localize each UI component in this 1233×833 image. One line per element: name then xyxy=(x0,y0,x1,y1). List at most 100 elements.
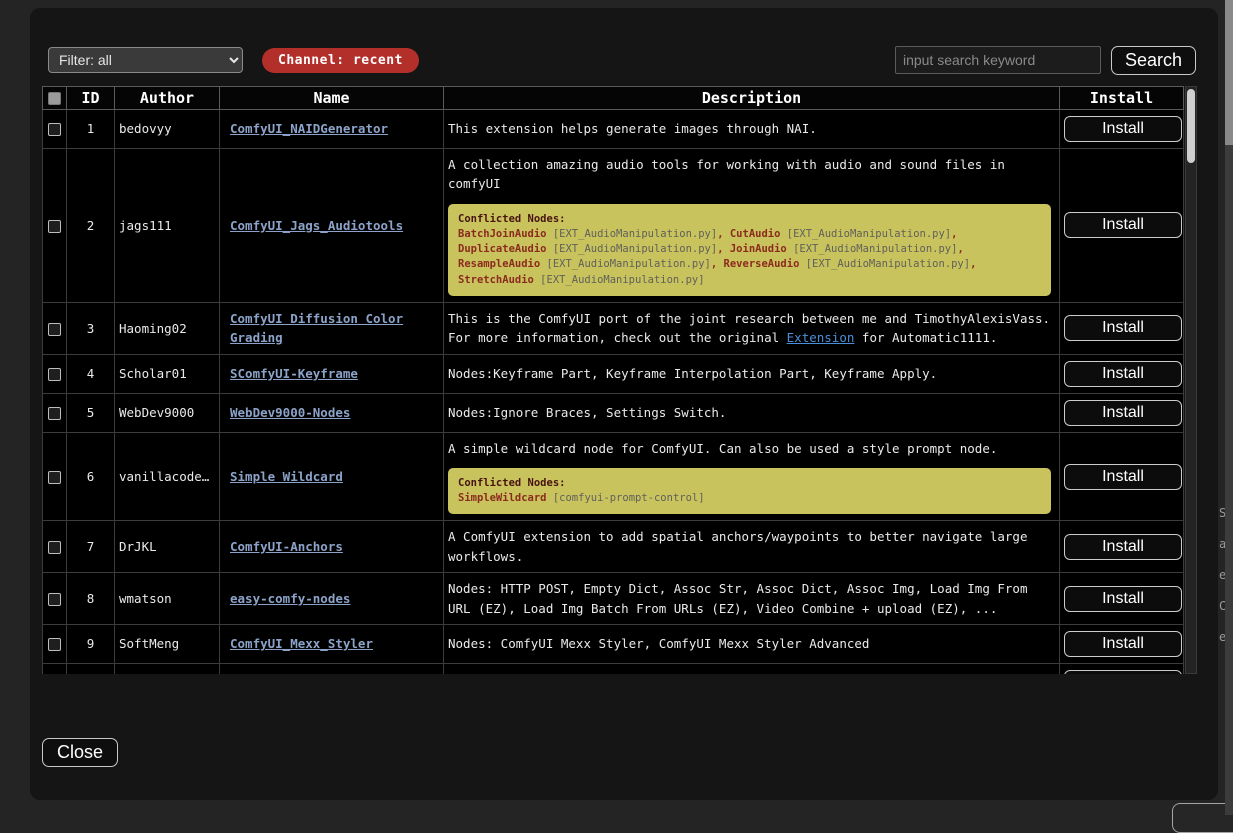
row-name-cell: ComfyUI-Anchors xyxy=(220,521,444,573)
conflict-node-ref: [EXT_AudioManipulation.py] xyxy=(540,258,711,270)
node-name-link[interactable]: ComfyUI-Anchors xyxy=(224,537,343,556)
node-name-link[interactable]: ComfyUI_Mexx_Styler xyxy=(224,634,373,653)
row-author: wmatson xyxy=(115,573,220,625)
description-text: A ComfyUI extension to add spatial ancho… xyxy=(448,527,1055,566)
row-author: WebDev9000 xyxy=(115,393,220,432)
row-description: Nodes: ComfyUI Mexx Styler, ComfyUI Mexx… xyxy=(444,624,1060,663)
select-all-checkbox[interactable] xyxy=(48,92,61,105)
row-install-cell: Install xyxy=(1060,432,1184,521)
install-button[interactable]: Install xyxy=(1064,464,1182,490)
row-author: vanillacode314 xyxy=(115,432,220,521)
custom-nodes-table: ID Author Name Description Install 1 bed… xyxy=(42,86,1184,674)
table-row: 9 SoftMeng ComfyUI_Mexx_Styler Nodes: Co… xyxy=(43,624,1184,663)
conflict-node-ref: [EXT_AudioManipulation.py] xyxy=(799,258,970,270)
row-checkbox[interactable] xyxy=(48,638,61,651)
row-install-cell: Install xyxy=(1060,354,1184,393)
page-scrollbar[interactable] xyxy=(1225,0,1233,815)
install-button[interactable]: Install xyxy=(1064,400,1182,426)
custom-nodes-table-wrapper: ID Author Name Description Install 1 bed… xyxy=(42,86,1197,674)
partial-button-bottom-right[interactable] xyxy=(1172,803,1233,833)
description-text: Nodes: ComfyUI Mexx Styler, ComfyUI Mexx… xyxy=(448,634,1055,653)
row-checkbox-cell xyxy=(43,393,67,432)
search-input[interactable] xyxy=(895,46,1101,74)
channel-badge: Channel: recent xyxy=(262,48,419,73)
install-button[interactable]: Install xyxy=(1064,586,1182,612)
node-name-link[interactable]: Simple Wildcard xyxy=(224,467,343,486)
header-name: Name xyxy=(220,87,444,110)
install-button[interactable]: Install xyxy=(1064,534,1182,560)
node-name-link[interactable]: ComfyUI Diffusion Color Grading xyxy=(224,309,439,348)
install-button[interactable]: Install xyxy=(1064,315,1182,341)
conflict-node-name: ReverseAudio xyxy=(724,258,800,270)
install-button[interactable]: Install xyxy=(1064,670,1182,674)
node-name-link[interactable]: ComfyUI_NAIDGenerator xyxy=(224,119,388,138)
description-text: This is the ComfyUI port of the joint re… xyxy=(448,309,1055,348)
row-checkbox-cell xyxy=(43,110,67,149)
conflict-node-name: StretchAudio xyxy=(458,274,534,286)
filter-select[interactable]: Filter: all xyxy=(48,47,243,73)
install-button[interactable]: Install xyxy=(1064,631,1182,657)
install-button[interactable]: Install xyxy=(1064,212,1182,238)
table-row: 3 Haoming02 ComfyUI Diffusion Color Grad… xyxy=(43,302,1184,354)
row-id: 8 xyxy=(67,573,115,625)
header-checkbox-cell xyxy=(43,87,67,110)
table-scrollbar-thumb[interactable] xyxy=(1187,89,1195,163)
row-install-cell: Install xyxy=(1060,110,1184,149)
description-link[interactable]: Extension xyxy=(787,330,855,345)
conflict-node-ref: [EXT_AudioManipulation.py] xyxy=(780,228,951,240)
row-author: bedovyy xyxy=(115,110,220,149)
row-checkbox-cell xyxy=(43,149,67,303)
row-checkbox-cell xyxy=(43,432,67,521)
install-custom-nodes-dialog: Filter: all Channel: recent Search ID Au… xyxy=(30,8,1218,800)
row-id: 9 xyxy=(67,624,115,663)
row-name-cell: ComfyUI_NAIDGenerator xyxy=(220,110,444,149)
row-checkbox[interactable] xyxy=(48,541,61,554)
node-name-link[interactable]: ComfyUI_Jags_Audiotools xyxy=(224,216,403,235)
row-checkbox[interactable] xyxy=(48,593,61,606)
search-button[interactable]: Search xyxy=(1111,46,1196,75)
conflicted-nodes-title: Conflicted Nodes: xyxy=(458,213,565,225)
row-author: jags111 xyxy=(115,149,220,303)
table-body: 1 bedovyy ComfyUI_NAIDGenerator This ext… xyxy=(43,110,1184,675)
row-install-cell: Install xyxy=(1060,302,1184,354)
conflict-node-name: ResampleAudio xyxy=(458,258,540,270)
conflict-node-name: BatchJoinAudio xyxy=(458,228,547,240)
description-text: This extension helps generate images thr… xyxy=(448,119,1055,138)
row-checkbox[interactable] xyxy=(48,123,61,136)
row-description: Nodes: Yolov8Detection, Yolov8Segmentati… xyxy=(444,663,1060,674)
table-row: 10 zcfrank1st ComfyUI Yolov8 Nodes: Yolo… xyxy=(43,663,1184,674)
row-name-cell: WebDev9000-Nodes xyxy=(220,393,444,432)
node-name-link[interactable]: SComfyUI-Keyframe xyxy=(224,364,358,383)
node-name-link[interactable]: WebDev9000-Nodes xyxy=(224,403,350,422)
conflict-node-ref: [EXT_AudioManipulation.py] xyxy=(547,243,718,255)
table-row: 7 DrJKL ComfyUI-Anchors A ComfyUI extens… xyxy=(43,521,1184,573)
row-id: 6 xyxy=(67,432,115,521)
row-checkbox[interactable] xyxy=(48,220,61,233)
table-row: 6 vanillacode314 Simple Wildcard A simpl… xyxy=(43,432,1184,521)
description-text: A collection amazing audio tools for wor… xyxy=(448,155,1055,194)
node-name-link[interactable]: easy-comfy-nodes xyxy=(224,589,350,608)
close-button[interactable]: Close xyxy=(42,738,118,767)
row-checkbox[interactable] xyxy=(48,471,61,484)
header-id: ID xyxy=(67,87,115,110)
row-id: 2 xyxy=(67,149,115,303)
row-checkbox-cell xyxy=(43,624,67,663)
header-install: Install xyxy=(1060,87,1184,110)
row-checkbox[interactable] xyxy=(48,323,61,336)
table-scrollbar[interactable] xyxy=(1185,86,1197,674)
install-button[interactable]: Install xyxy=(1064,361,1182,387)
row-description: This extension helps generate images thr… xyxy=(444,110,1060,149)
node-name-link[interactable]: ComfyUI Yolov8 xyxy=(224,673,335,674)
row-description: A simple wildcard node for ComfyUI. Can … xyxy=(444,432,1060,521)
description-text: Nodes: Yolov8Detection, Yolov8Segmentati… xyxy=(448,673,1055,674)
page-scrollbar-thumb[interactable] xyxy=(1225,0,1233,145)
description-text: Nodes: HTTP POST, Empty Dict, Assoc Str,… xyxy=(448,579,1055,618)
row-description: A ComfyUI extension to add spatial ancho… xyxy=(444,521,1060,573)
install-button[interactable]: Install xyxy=(1064,116,1182,142)
row-name-cell: SComfyUI-Keyframe xyxy=(220,354,444,393)
description-text: Nodes:Ignore Braces, Settings Switch. xyxy=(448,403,1055,422)
row-checkbox[interactable] xyxy=(48,407,61,420)
row-checkbox-cell xyxy=(43,663,67,674)
row-checkbox[interactable] xyxy=(48,368,61,381)
row-id: 1 xyxy=(67,110,115,149)
